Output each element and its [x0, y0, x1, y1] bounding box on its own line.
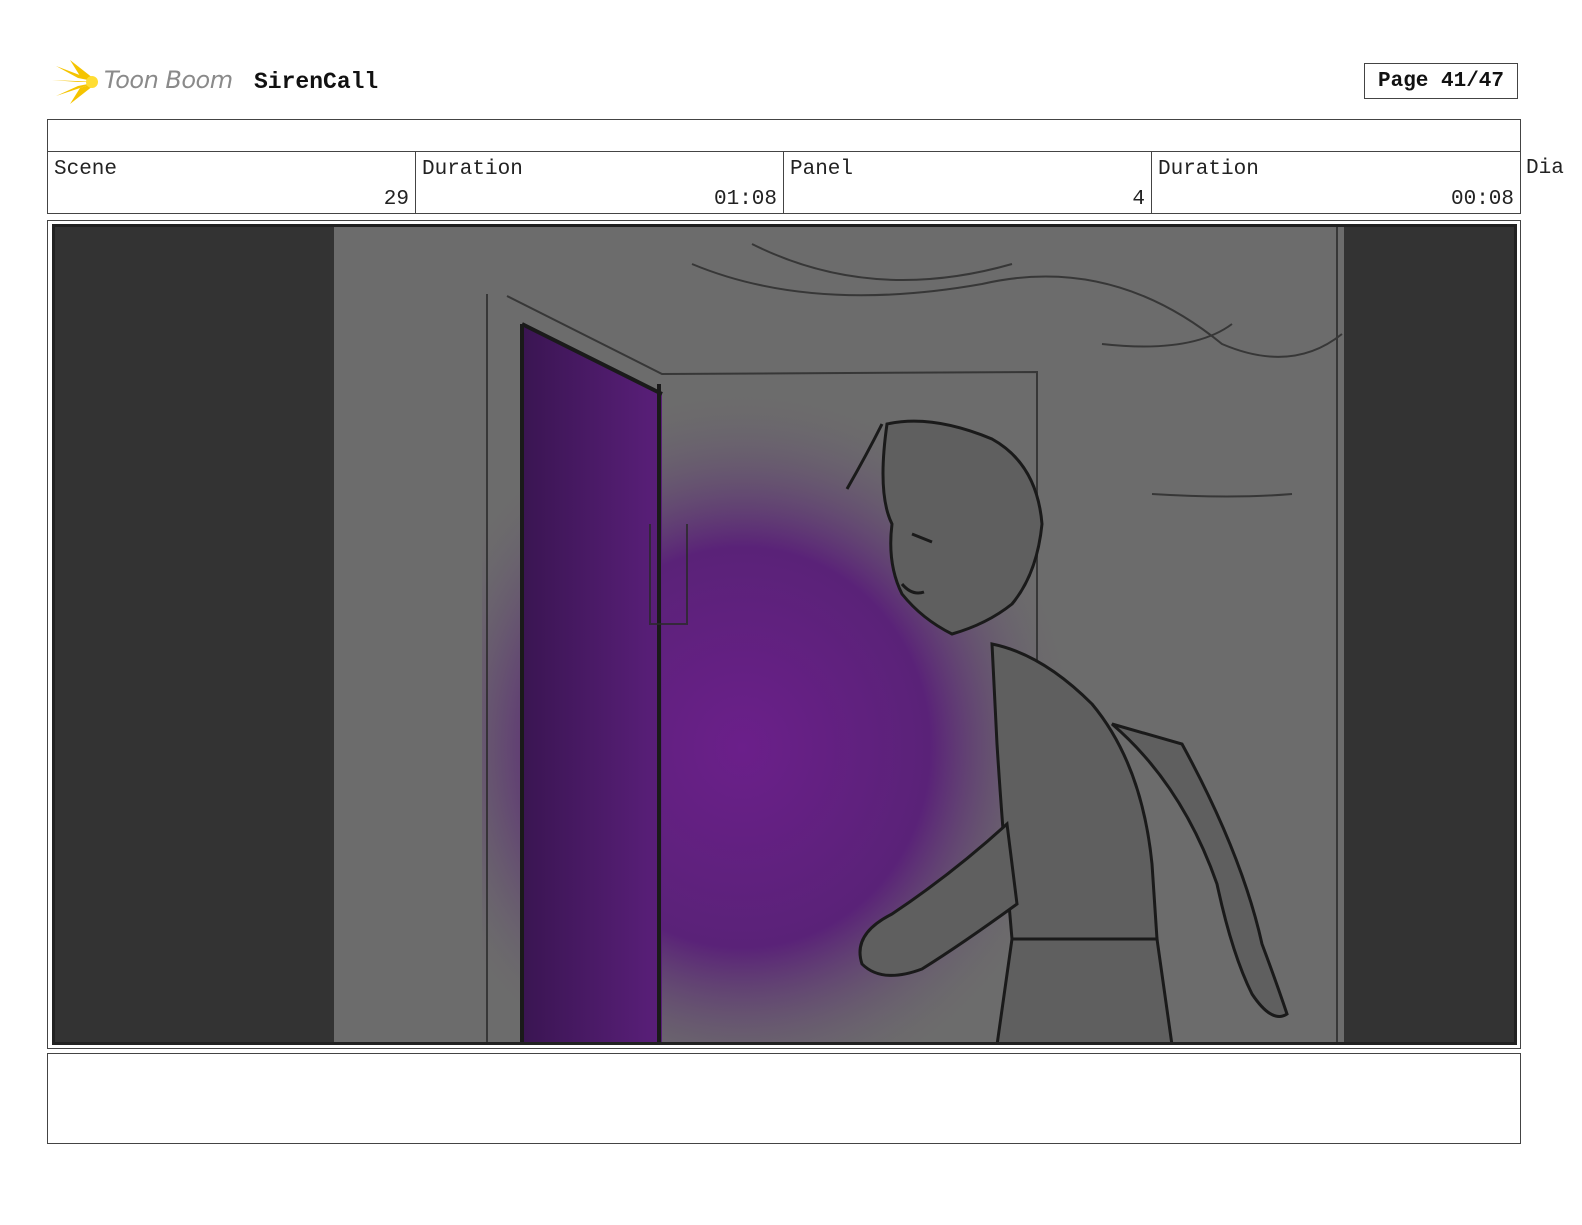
letterbox-right — [1344, 224, 1517, 1045]
scene-duration-label: Duration — [422, 158, 523, 181]
dialog-label-clipped: Dia — [1526, 157, 1564, 180]
logo-wordmark: Toon Boom — [104, 66, 233, 94]
panel-duration-label: Duration — [1158, 158, 1259, 181]
toon-boom-logo: Toon Boom — [50, 56, 240, 108]
panel-cell: Panel 4 — [784, 152, 1152, 213]
scene-duration-value: 01:08 — [713, 188, 777, 211]
figure-legs — [995, 937, 1174, 1045]
letterbox-left — [52, 224, 334, 1045]
panel-value: 4 — [1132, 188, 1145, 211]
project-title: SirenCall — [254, 69, 379, 95]
header-strip — [47, 119, 1521, 152]
notes-box — [47, 1053, 1521, 1144]
panel-duration-value: 00:08 — [1450, 188, 1514, 211]
scene-value: 29 — [383, 188, 409, 211]
info-row: Scene 29 Duration 01:08 Panel 4 Duration… — [47, 151, 1521, 214]
storyboard-panel-sketch — [52, 224, 1517, 1045]
scene-duration-cell: Duration 01:08 — [416, 152, 784, 213]
door — [522, 324, 662, 1045]
scene-cell: Scene 29 — [48, 152, 416, 213]
scene-label: Scene — [54, 158, 118, 181]
panel-label: Panel — [790, 158, 854, 181]
starburst-icon — [52, 60, 98, 104]
panel-duration-cell: Duration 00:08 — [1152, 152, 1520, 213]
page-indicator: Page 41/47 — [1364, 63, 1518, 99]
